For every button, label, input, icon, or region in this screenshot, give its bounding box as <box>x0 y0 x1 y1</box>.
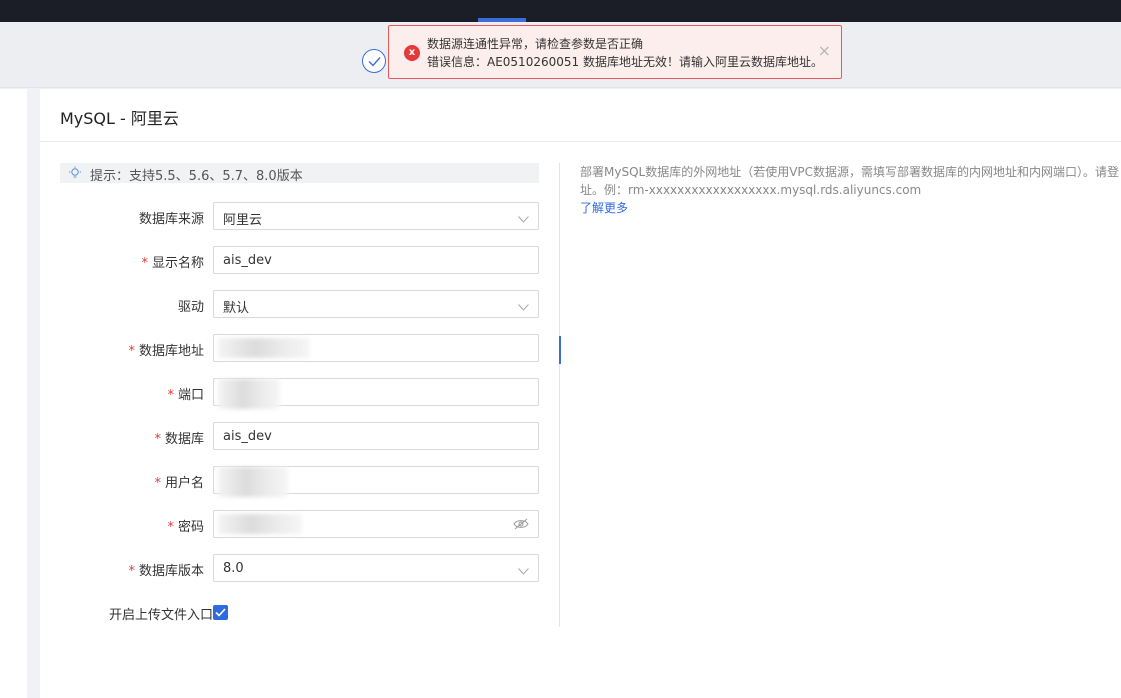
sidebar-gap <box>27 89 40 698</box>
error-toast: x 数据源连通性异常，请检查参数是否正确 错误信息：AE0510260051 数… <box>388 25 842 79</box>
lightbulb-icon <box>68 166 82 184</box>
db-version-value: 8.0 <box>223 561 244 576</box>
required-mark: * <box>154 476 161 491</box>
eye-hidden-icon[interactable] <box>513 518 529 534</box>
required-mark: * <box>128 564 135 579</box>
password-label: * 密码 <box>167 516 204 535</box>
chevron-down-icon <box>518 300 529 315</box>
source-select[interactable]: 阿里云 <box>213 202 539 230</box>
version-tip: 提示：支持5.5、5.6、5.7、8.0版本 <box>60 163 539 184</box>
display-name-label: * 显示名称 <box>141 252 204 271</box>
database-input[interactable]: ais_dev <box>213 422 539 450</box>
username-input[interactable] <box>213 466 539 497</box>
driver-select[interactable]: 默认 <box>213 290 539 318</box>
tip-text: 提示：支持5.5、5.6、5.7、8.0版本 <box>90 169 303 184</box>
form-row-upload-entry: 开启上传文件入口 <box>40 598 540 626</box>
form-row-driver: 驱动 默认 <box>40 290 540 318</box>
error-icon: x <box>404 45 420 61</box>
db-version-label: * 数据库版本 <box>128 560 204 579</box>
driver-label: 驱动 <box>177 300 204 315</box>
panel-title: MySQL - 阿里云 <box>60 109 179 128</box>
password-label-text: 密码 <box>177 520 204 535</box>
close-icon[interactable]: × <box>818 41 831 60</box>
db-version-select[interactable]: 8.0 <box>213 554 539 582</box>
source-label: 数据库来源 <box>138 212 204 227</box>
toast-title: 数据源连通性异常，请检查参数是否正确 <box>427 37 644 51</box>
database-label: * 数据库 <box>154 428 204 447</box>
upload-entry-label: 开启上传文件入口 <box>108 608 213 623</box>
left-sidebar <box>0 89 27 698</box>
redacted-value <box>218 467 288 497</box>
datasource-form-panel: MySQL - 阿里云 提示：支持5.5、5.6、5.7、8.0版本 数据库来源… <box>40 89 1121 698</box>
form-row-database: * 数据库 ais_dev <box>40 422 540 450</box>
chevron-down-icon <box>518 564 529 579</box>
required-mark: * <box>167 520 174 535</box>
username-label-text: 用户名 <box>164 476 204 491</box>
help-line-2: 址。例：rm-xxxxxxxxxxxxxxxxxx.mysql.rds.aliy… <box>580 183 922 197</box>
active-field-marker <box>559 336 561 364</box>
database-label-text: 数据库 <box>164 432 204 447</box>
display-name-value: ais_dev <box>223 253 272 268</box>
redacted-value <box>218 514 302 534</box>
form-row-password: * 密码 <box>40 510 540 538</box>
port-label-text: 端口 <box>177 388 204 403</box>
step-complete-icon <box>362 49 386 73</box>
column-divider <box>559 163 560 627</box>
form-row-db-address: * 数据库地址 <box>40 334 540 362</box>
display-name-label-text: 显示名称 <box>151 256 204 271</box>
required-mark: * <box>128 344 135 359</box>
db-address-input[interactable] <box>213 334 539 362</box>
username-label: * 用户名 <box>154 472 204 491</box>
database-value: ais_dev <box>223 429 272 444</box>
top-nav-bar <box>0 0 1121 22</box>
form-row-display-name: * 显示名称 ais_dev <box>40 246 540 274</box>
panel-divider <box>40 141 1121 142</box>
redacted-value <box>218 379 280 409</box>
display-name-input[interactable]: ais_dev <box>213 246 539 274</box>
toast-detail: 错误信息：AE0510260051 数据库地址无效！请输入阿里云数据库地址。 <box>427 55 823 69</box>
form-row-port: * 端口 <box>40 378 540 409</box>
required-mark: * <box>167 388 174 403</box>
port-label: * 端口 <box>167 384 204 403</box>
form-row-username: * 用户名 <box>40 466 540 497</box>
upload-entry-checkbox[interactable] <box>213 605 228 620</box>
learn-more-link[interactable]: 了解更多 <box>580 199 1121 217</box>
driver-value: 默认 <box>223 301 250 316</box>
required-mark: * <box>141 256 148 271</box>
help-line-1: 部署MySQL数据库的外网地址（若使用VPC数据源，需填写部署数据库的内网地址和… <box>580 165 1120 179</box>
chevron-down-icon <box>518 212 529 227</box>
password-input[interactable] <box>213 510 539 538</box>
port-input[interactable] <box>213 378 539 409</box>
source-value: 阿里云 <box>223 213 263 228</box>
form-row-source: 数据库来源 阿里云 <box>40 202 540 230</box>
db-address-label: * 数据库地址 <box>128 340 204 359</box>
required-mark: * <box>154 432 161 447</box>
db-address-label-text: 数据库地址 <box>138 344 204 359</box>
redacted-value <box>218 338 310 358</box>
db-version-label-text: 数据库版本 <box>138 564 204 579</box>
field-help: 部署MySQL数据库的外网地址（若使用VPC数据源，需填写部署数据库的内网地址和… <box>580 163 1121 217</box>
form-row-db-version: * 数据库版本 8.0 <box>40 554 540 582</box>
